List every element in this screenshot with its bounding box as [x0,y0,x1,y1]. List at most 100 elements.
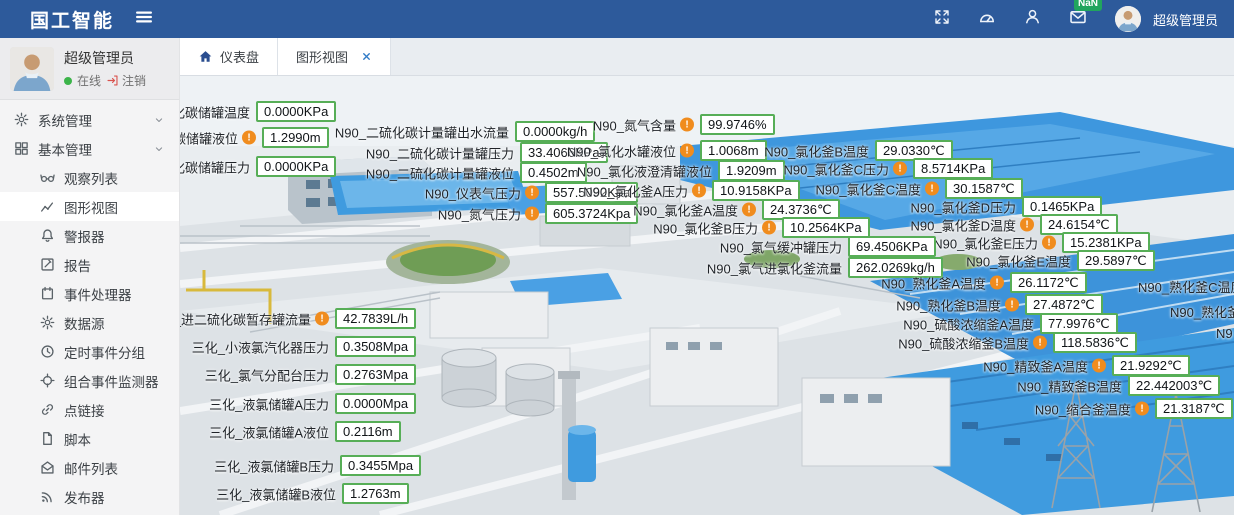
scene-label-text: N90_氯化釜D压力 [911,197,1016,216]
warning-icon: ! [1092,359,1106,373]
scene-value: 99.9746% [700,114,775,135]
tab-dashboard[interactable]: 仪表盘 [180,38,278,75]
avatar[interactable] [1115,6,1141,32]
scene-label-text: 三化_液氯储罐A压力 [209,394,329,413]
calendar-icon [40,286,55,301]
scene-value: 10.9158KPa [712,180,800,201]
scene-value: 21.3187℃ [1155,398,1233,419]
chevron-down-icon [153,114,165,126]
scene-value: 30.1587℃ [945,178,1023,199]
sidebar-item-label: 发布器 [64,487,105,507]
sidebar-item-label: 点链接 [64,400,105,420]
scene-value: 0.2116m [335,421,401,442]
warning-icon: ! [990,276,1004,290]
scene-label-text: 三化_氯气分配台压力 [205,365,329,384]
sidebar-item-alarm[interactable]: 警报器 [0,221,179,250]
scene-value: 1.0068m [700,140,767,161]
scene-label: 化碳储罐压力0.0000KPa [256,156,336,177]
warning-icon: ! [893,162,907,176]
scene-label-text: N90_精致釜B温度 [1017,376,1122,395]
scene-label-text: N90_熟化釜A温度! [881,273,1004,292]
scene-label: N90_精致釜A温度!21.9292℃ [1112,355,1190,376]
scene-label-text: N90_氯化釜B温度 [764,141,869,160]
warning-icon: ! [762,221,776,235]
sidebar-item-watch-list[interactable]: 观察列表 [0,163,179,192]
tab-graphic-view[interactable]: 图形视图 [278,38,391,75]
sidebar-item-point-link[interactable]: 点链接 [0,395,179,424]
scene-label: 三化_液氯储罐B压力0.3455Mpa [340,455,421,476]
hamburger-icon[interactable] [134,7,154,32]
gear-icon [40,315,55,330]
fullscreen-icon[interactable] [934,9,950,30]
scene-value: 0.2763Mpa [335,364,416,385]
scene-value: 10.2564KPa [782,217,870,238]
rss-icon [40,489,55,504]
user-avatar[interactable] [10,47,54,91]
sidebar-item-graphic-view[interactable]: 图形视图 [0,192,179,221]
scene-value: 0.3455Mpa [340,455,421,476]
scene-label-text: N90_二硫化碳计量罐液位 [366,163,514,182]
mail-badge: NaN [1074,0,1102,11]
graphic-view-canvas[interactable]: 化碳储罐温度 0.0000KPa 化碳储罐液位!1.2990m 化碳储罐压力0.000… [180,76,1234,515]
sidebar-username: 超级管理员 [64,48,146,68]
scene-label: N90_氯化釜C温度!30.1587℃ [945,178,1023,199]
warning-icon: ! [1005,298,1019,312]
chart-icon [40,199,55,214]
navbar-username[interactable]: 超级管理员 [1153,10,1218,29]
sidebar-item-system-management[interactable]: 系统管理 [0,105,179,134]
scene-label: N90_氮气含量!99.9746% [700,114,775,135]
scene-value: 0.3508Mpa [335,336,416,357]
scene-label-text: 三化_液氯储罐B液位 [216,484,336,503]
close-tab-icon[interactable] [361,51,372,62]
scene-label: 三化_液氯储罐A压力0.0000Mpa [335,393,416,414]
scene-label: 三化_氯气分配台压力0.2763Mpa [335,364,416,385]
scene-label: N90_缩合釜温度!21.3187℃ [1155,398,1233,419]
scene-label: 化碳储罐液位!1.2990m [262,127,329,148]
mailopen-icon [40,460,55,475]
scene-value: 1.2763m [342,483,409,504]
chevron-down-icon [153,143,165,155]
sidebar-item-report[interactable]: 报告 [0,250,179,279]
warning-icon: ! [1042,236,1056,250]
mail-icon[interactable]: NaN [1069,8,1087,31]
scene-label-text: N90_氯化釜E温度 [966,251,1071,270]
scene-overlay: 化碳储罐温度 0.0000KPa 化碳储罐液位!1.2990m 化碳储罐压力0.000… [180,76,1234,515]
scene-label-text: N90_熟化釜B温度! [896,295,1019,314]
scene-label-text: N90_硫酸浓缩釜B温度! [898,333,1047,352]
scene-value: 605.3724Kpa [545,203,638,224]
scene-value: 29.5897℃ [1077,250,1155,271]
scene-label-text: N90_二硫化碳计量罐出水流量 [335,122,509,141]
sidebar-item-label: 邮件列表 [64,458,118,478]
scene-label: N90_氯化釜A压力!10.9158KPa [712,180,800,201]
scene-value: 77.9976℃ [1040,313,1118,334]
scene-label: N90_氯化釜E温度29.5897℃ [1077,250,1155,271]
sidebar-item-data-source[interactable]: 数据源 [0,308,179,337]
sidebar-item-label: 系统管理 [38,110,92,130]
sidebar-item-composite-event-monitor[interactable]: 组合事件监测器 [0,366,179,395]
sidebar-item-label: 基本管理 [38,139,92,159]
scene-label-text: N90_氯化水罐液位! [567,141,694,160]
sidebar-item-label: 数据源 [64,313,105,333]
gauge-icon[interactable] [978,8,996,31]
sidebar-item-publisher[interactable]: 发布器 [0,482,179,511]
user-icon[interactable] [1024,8,1041,30]
scene-value: 1.2990m [262,127,329,148]
sidebar: 超级管理员 在线 注销 系统管理基本管理观察列表图形视图警报器报告事件处理器数据… [0,38,180,515]
scene-label: N9 [1216,326,1233,341]
scene-label-text: 化碳储罐温度 [180,102,250,121]
grid-icon [14,141,29,156]
scene-label-text: 三化_液氯储罐A液位 [209,422,329,441]
scene-value: 0.0000KPa [256,101,336,122]
tab-bar: 仪表盘 图形视图 [180,38,1234,76]
sidebar-item-basic-management[interactable]: 基本管理 [0,134,179,163]
link-icon [40,402,55,417]
sidebar-item-timed-event-group[interactable]: 定时事件分组 [0,337,179,366]
scene-label: 三化_小液氯汽化器压力0.3508Mpa [335,336,416,357]
online-status-dot [64,77,72,85]
warning-icon: ! [680,118,694,132]
sidebar-item-event-handler[interactable]: 事件处理器 [0,279,179,308]
warning-icon: ! [1033,336,1047,350]
sidebar-item-script[interactable]: 脚本 [0,424,179,453]
logout-button[interactable]: 注销 [106,72,146,89]
sidebar-item-mail-list[interactable]: 邮件列表 [0,453,179,482]
